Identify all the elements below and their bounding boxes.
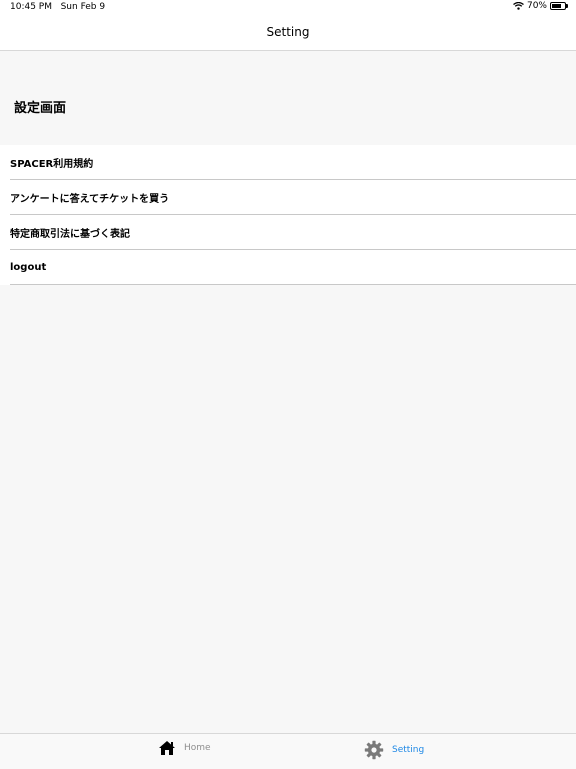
menu-item-terms[interactable]: SPACER利用規約	[10, 145, 576, 180]
menu-item-label: 特定商取引法に基づく表記	[10, 228, 130, 240]
status-date: Sun Feb 9	[60, 2, 106, 12]
tab-setting-label: Setting	[392, 745, 425, 755]
menu-item-label: SPACER利用規約	[10, 158, 94, 170]
tab-bar: Home Setting	[0, 733, 576, 769]
status-indicators: 70%	[513, 1, 568, 11]
battery-icon	[550, 2, 568, 10]
wifi-icon	[513, 2, 524, 10]
menu-item-commercial-law[interactable]: 特定商取引法に基づく表記	[10, 215, 576, 250]
menu-item-label: アンケートに答えてチケットを買う	[10, 193, 170, 205]
home-icon	[158, 740, 176, 756]
navigation-bar: Setting	[0, 14, 576, 51]
page-header: 設定画面	[0, 51, 576, 145]
status-bar: 10:45 PM Sun Feb 9 70%	[0, 0, 576, 14]
settings-menu: SPACER利用規約 アンケートに答えてチケットを買う 特定商取引法に基づく表記…	[0, 145, 576, 285]
gear-icon	[364, 740, 384, 760]
tab-setting[interactable]: Setting	[364, 740, 424, 760]
status-clock: 10:45 PM	[10, 2, 52, 12]
status-time: 10:45 PM Sun Feb 9	[10, 2, 105, 12]
tab-home[interactable]: Home	[158, 740, 211, 756]
menu-item-survey-ticket[interactable]: アンケートに答えてチケットを買う	[10, 180, 576, 215]
nav-title: Setting	[266, 25, 310, 39]
page-title: 設定画面	[14, 101, 67, 116]
battery-percent: 70%	[526, 1, 547, 11]
tab-home-label: Home	[184, 743, 211, 753]
menu-item-logout[interactable]: logout	[10, 250, 576, 285]
menu-item-label: logout	[10, 261, 47, 273]
